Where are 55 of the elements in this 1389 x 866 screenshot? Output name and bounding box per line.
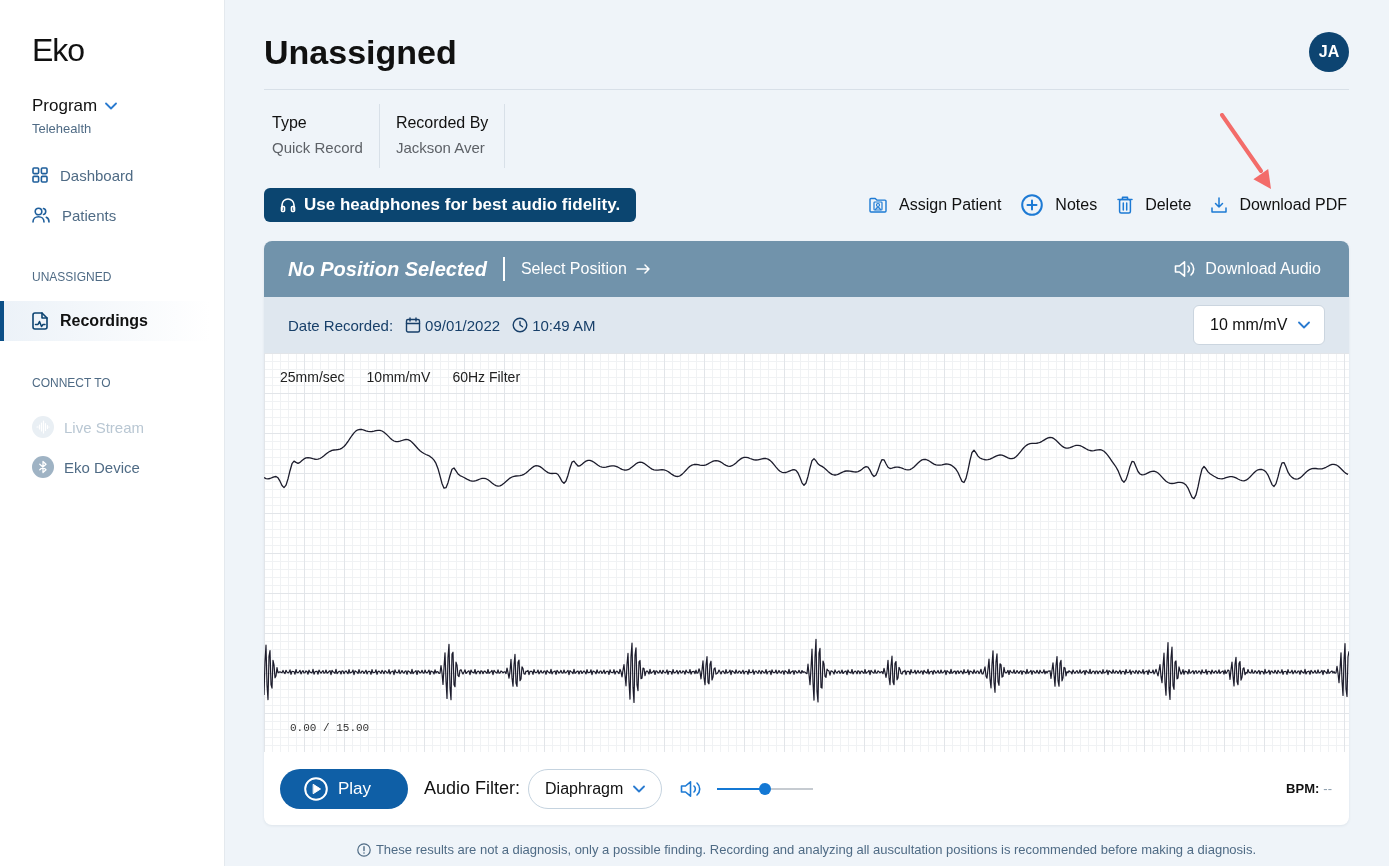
detail-label: Type (272, 113, 308, 133)
action-button[interactable]: Assign Patient (867, 190, 1004, 220)
detail-label: Recorded By (395, 113, 489, 133)
document-pulse-icon (32, 312, 48, 330)
trash-icon (1117, 196, 1134, 214)
nav-item[interactable]: Patients (0, 195, 210, 235)
chevron-down-icon (1298, 321, 1310, 329)
detail-value: Jackson Aver (395, 138, 486, 158)
user-avatar[interactable]: JA (1309, 32, 1349, 72)
trace-label: 10mm/mV (366, 369, 431, 385)
notice-text: Use headphones for best audio fidelity. (304, 195, 621, 215)
nav-item[interactable]: Dashboard (0, 155, 210, 195)
section-heading: UNASSIGNED (32, 269, 112, 285)
play-circle-icon (304, 776, 328, 801)
nav-item[interactable]: Eko Device (0, 447, 210, 487)
clock-icon (512, 317, 529, 333)
recorded-date: 09/01/2022 (425, 316, 501, 334)
annotation-arrow-icon (1219, 113, 1272, 190)
detail-value: Quick Record (272, 138, 363, 158)
position-title: No Position Selected (288, 257, 487, 281)
date-label: Date Recorded: (288, 316, 394, 334)
download-icon (1211, 197, 1228, 213)
audio-filter-select[interactable]: Diaphragm (528, 768, 663, 809)
action-button[interactable]: Notes (1019, 190, 1100, 220)
program-name: Telehealth (32, 120, 92, 138)
action-button[interactable]: Delete (1115, 190, 1194, 220)
headphones-icon (280, 197, 296, 213)
volume-icon (680, 779, 703, 798)
trace-label: 25mm/sec (280, 369, 345, 385)
trace-label: 60Hz Filter (452, 369, 521, 385)
calendar-icon (405, 317, 422, 333)
page-title: Unassigned (264, 32, 457, 72)
info-icon (356, 843, 371, 857)
grid-icon (32, 167, 48, 183)
chevron-down-icon (105, 102, 118, 110)
play-button[interactable]: Play (280, 768, 408, 809)
logo: Eko (32, 31, 85, 70)
bpm-value: -- (1323, 781, 1332, 796)
bpm-label: BPM: (1286, 781, 1320, 796)
program-dropdown[interactable]: Program (32, 95, 118, 117)
arrow-right-icon (635, 264, 650, 274)
slider-handle[interactable] (759, 782, 772, 795)
section-heading: CONNECT TO (32, 375, 111, 391)
recorded-time: 10:49 AM (532, 316, 596, 334)
plus-circle-icon (1021, 194, 1044, 216)
disclaimer-text: These results are not a diagnosis, only a possible finding. Recording and analyzing all auscultation positions is recommended before making a diagnosis. (375, 842, 1257, 858)
playback-time: 0.00 / 15.00 (290, 721, 370, 735)
speaker-icon (1174, 260, 1197, 278)
chevron-down-icon (633, 784, 646, 793)
folder-person-icon (869, 197, 888, 213)
people-icon (32, 207, 50, 223)
scale-select[interactable]: 10 mm/mV (1193, 305, 1325, 345)
audio-filter-label: Audio Filter: (424, 778, 521, 799)
bluetooth-icon (32, 456, 54, 478)
action-button[interactable]: Download PDF (1209, 190, 1349, 220)
